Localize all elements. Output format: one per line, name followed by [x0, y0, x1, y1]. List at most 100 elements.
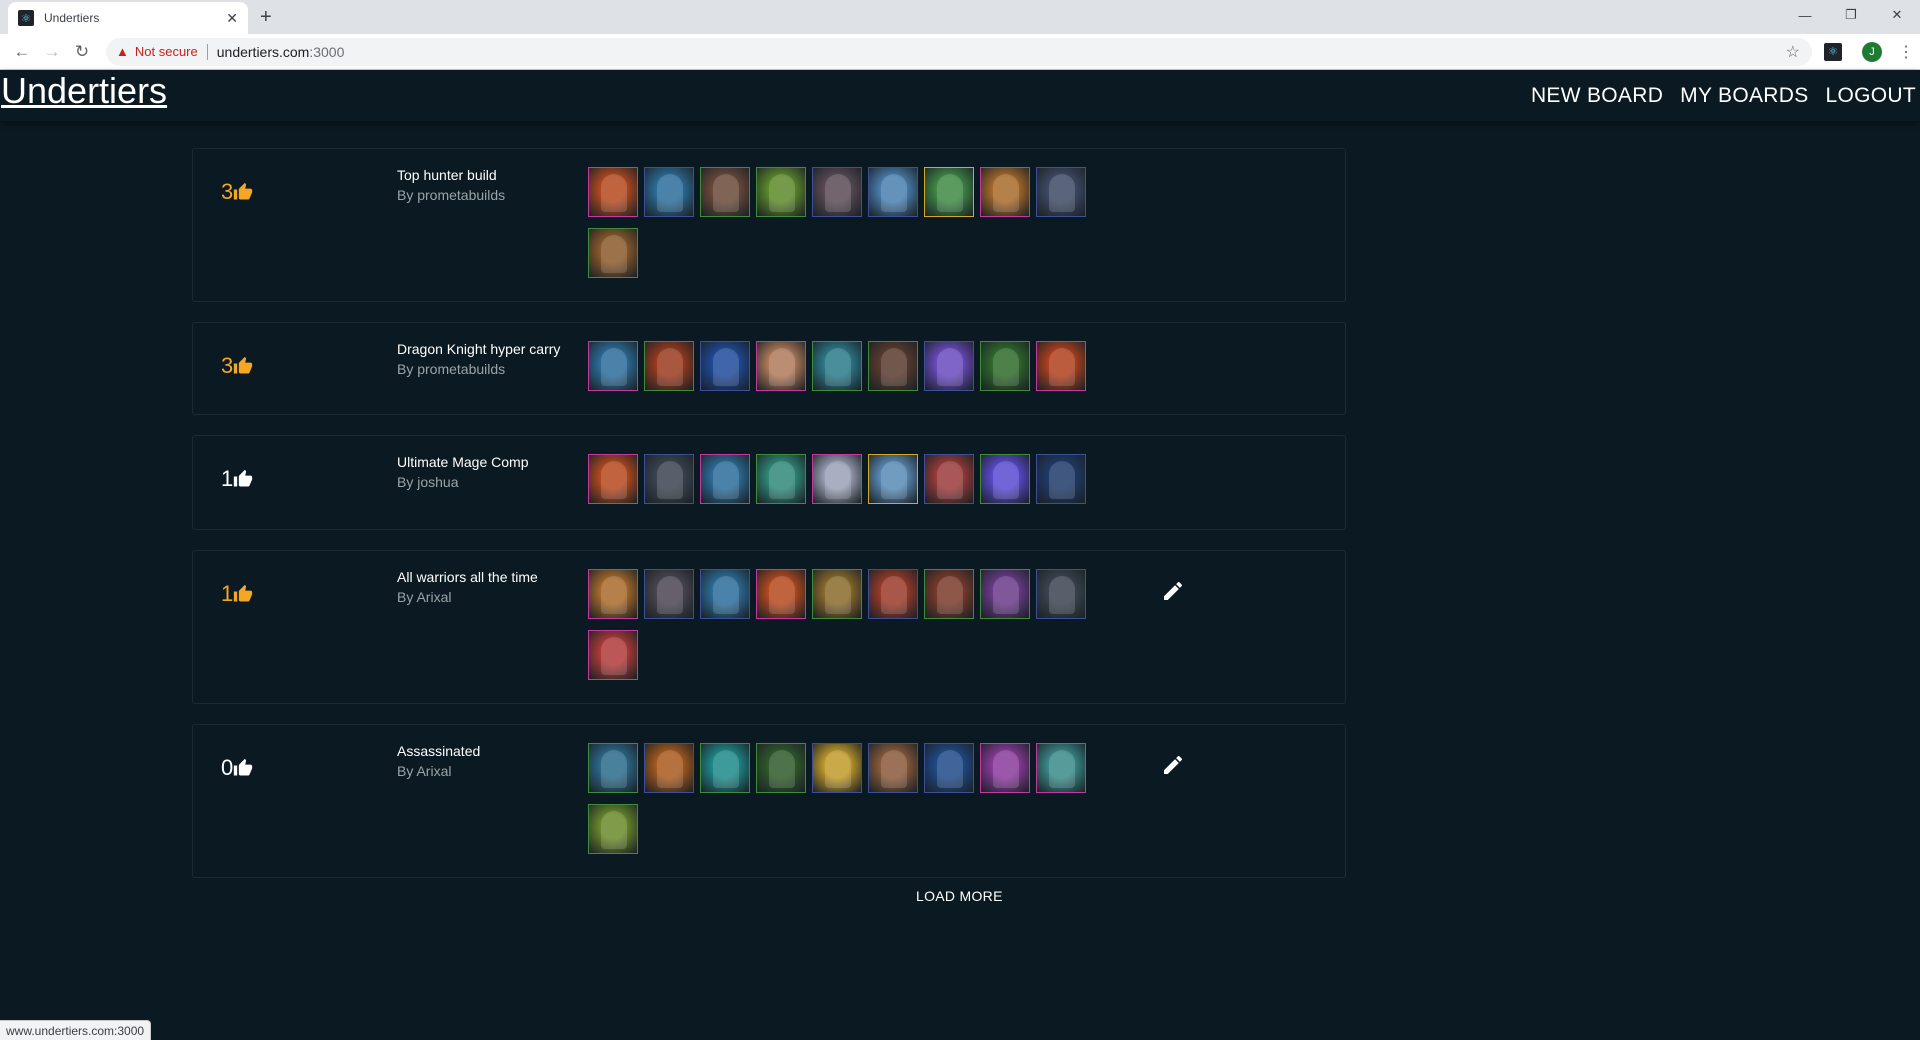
new-tab-button[interactable]: +	[260, 6, 272, 29]
hero-portrait[interactable]	[756, 454, 806, 504]
close-window-icon[interactable]: ✕	[1874, 0, 1920, 30]
hero-portrait[interactable]	[588, 228, 638, 278]
thumbs-up-icon[interactable]	[233, 356, 253, 376]
hero-portrait[interactable]	[644, 743, 694, 793]
logout-link[interactable]: LOGOUT	[1826, 84, 1916, 108]
board-title[interactable]: All warriors all the time	[397, 569, 538, 586]
kebab-menu-icon[interactable]: ⋮	[1898, 42, 1914, 62]
hero-portrait[interactable]	[588, 743, 638, 793]
hero-portrait[interactable]	[980, 167, 1030, 217]
boards-list: 3 Top hunter build By prometabuilds 3 Dragon…	[192, 148, 1346, 898]
vote-counter: 1	[221, 466, 253, 492]
hero-portrait[interactable]	[700, 341, 750, 391]
forward-arrow-icon[interactable]: →	[38, 38, 66, 66]
hero-portrait[interactable]	[756, 341, 806, 391]
my-boards-link[interactable]: MY BOARDS	[1680, 84, 1808, 108]
hero-portrait[interactable]	[1036, 743, 1086, 793]
hero-portrait[interactable]	[924, 743, 974, 793]
hero-portrait[interactable]	[868, 743, 918, 793]
board-card[interactable]: 3 Dragon Knight hyper carry By prometabuil…	[192, 322, 1346, 415]
thumbs-up-icon[interactable]	[233, 182, 253, 202]
hero-portrait[interactable]	[756, 569, 806, 619]
hero-portrait[interactable]	[924, 167, 974, 217]
hero-portrait[interactable]	[588, 167, 638, 217]
board-info: All warriors all the time By Arixal	[397, 569, 538, 606]
hero-portrait[interactable]	[644, 167, 694, 217]
hero-portrait[interactable]	[812, 569, 862, 619]
profile-avatar[interactable]: J	[1862, 41, 1882, 62]
board-card[interactable]: 1 All warriors all the time By Arixal	[192, 550, 1346, 704]
board-title[interactable]: Ultimate Mage Comp	[397, 454, 529, 471]
vote-counter: 3	[221, 179, 253, 205]
hero-portrait[interactable]	[644, 569, 694, 619]
hero-portrait[interactable]	[1036, 167, 1086, 217]
back-arrow-icon[interactable]: ←	[8, 38, 36, 66]
hero-portrait[interactable]	[588, 804, 638, 854]
board-author: By joshua	[397, 474, 459, 490]
hero-portrait[interactable]	[868, 454, 918, 504]
vote-counter: 0	[221, 755, 253, 781]
tab-close-icon[interactable]: ✕	[226, 10, 238, 27]
hero-portrait[interactable]	[924, 454, 974, 504]
hero-portrait[interactable]	[980, 569, 1030, 619]
thumbs-up-icon[interactable]	[233, 469, 253, 489]
board-title[interactable]: Assassinated	[397, 743, 480, 760]
load-more-button[interactable]: LOAD MORE	[916, 888, 1003, 904]
hero-portrait[interactable]	[700, 454, 750, 504]
hero-portrait[interactable]	[756, 167, 806, 217]
hero-portrait[interactable]	[980, 743, 1030, 793]
minimize-icon[interactable]: —	[1782, 0, 1828, 30]
tab-title: Undertiers	[44, 11, 100, 25]
hero-portrait[interactable]	[812, 454, 862, 504]
react-devtools-extension-icon[interactable]: ⚛	[1824, 42, 1842, 61]
warning-icon: ▲	[116, 44, 129, 59]
vote-counter: 3	[221, 353, 253, 379]
address-bar[interactable]: ▲ Not secure undertiers.com:3000 ☆	[106, 37, 1812, 66]
omnibox-divider	[206, 43, 208, 60]
reload-icon[interactable]: ↻	[68, 38, 96, 66]
hero-portrait[interactable]	[700, 743, 750, 793]
browser-tab[interactable]: ⚛ Undertiers ✕	[8, 2, 248, 34]
hero-portrait[interactable]	[588, 569, 638, 619]
hero-portrait[interactable]	[700, 569, 750, 619]
hero-portrait[interactable]	[644, 341, 694, 391]
board-info: Top hunter build By prometabuilds	[397, 167, 505, 204]
edit-pencil-icon[interactable]	[1161, 579, 1185, 603]
hero-portrait[interactable]	[868, 341, 918, 391]
edit-pencil-icon[interactable]	[1161, 753, 1185, 777]
board-title[interactable]: Top hunter build	[397, 167, 505, 184]
hero-portrait[interactable]	[1036, 341, 1086, 391]
hero-portrait[interactable]	[980, 341, 1030, 391]
vote-count: 3	[221, 179, 234, 204]
hero-portrait[interactable]	[812, 167, 862, 217]
thumbs-up-icon[interactable]	[233, 584, 253, 604]
hero-portrait[interactable]	[588, 454, 638, 504]
hero-portrait[interactable]	[868, 569, 918, 619]
board-card[interactable]: 1 Ultimate Mage Comp By joshua	[192, 435, 1346, 530]
board-card[interactable]: 0 Assassinated By Arixal	[192, 724, 1346, 878]
hero-portrait[interactable]	[588, 630, 638, 680]
hero-portrait[interactable]	[1036, 569, 1086, 619]
hero-portrait[interactable]	[756, 743, 806, 793]
logo-link[interactable]: Undertiers	[0, 70, 167, 112]
hero-portrait[interactable]	[700, 167, 750, 217]
hero-portrait[interactable]	[1036, 454, 1086, 504]
board-card[interactable]: 3 Top hunter build By prometabuilds	[192, 148, 1346, 302]
not-secure-label: Not secure	[134, 44, 198, 59]
hero-portrait[interactable]	[924, 569, 974, 619]
hero-portrait[interactable]	[980, 454, 1030, 504]
window-controls: — ❐ ✕	[1782, 0, 1920, 30]
thumbs-up-icon[interactable]	[233, 758, 253, 778]
bookmark-star-icon[interactable]: ☆	[1786, 42, 1800, 62]
hero-portrait[interactable]	[644, 454, 694, 504]
browser-toolbar: ← → ↻ ▲ Not secure undertiers.com:3000 ☆…	[0, 34, 1920, 70]
new-board-link[interactable]: NEW BOARD	[1531, 84, 1663, 108]
hero-portrait[interactable]	[812, 743, 862, 793]
board-info: Ultimate Mage Comp By joshua	[397, 454, 529, 491]
hero-portrait[interactable]	[924, 341, 974, 391]
restore-icon[interactable]: ❐	[1828, 0, 1874, 30]
hero-portrait[interactable]	[588, 341, 638, 391]
hero-portrait[interactable]	[868, 167, 918, 217]
board-title[interactable]: Dragon Knight hyper carry	[397, 341, 560, 358]
hero-portrait[interactable]	[812, 341, 862, 391]
